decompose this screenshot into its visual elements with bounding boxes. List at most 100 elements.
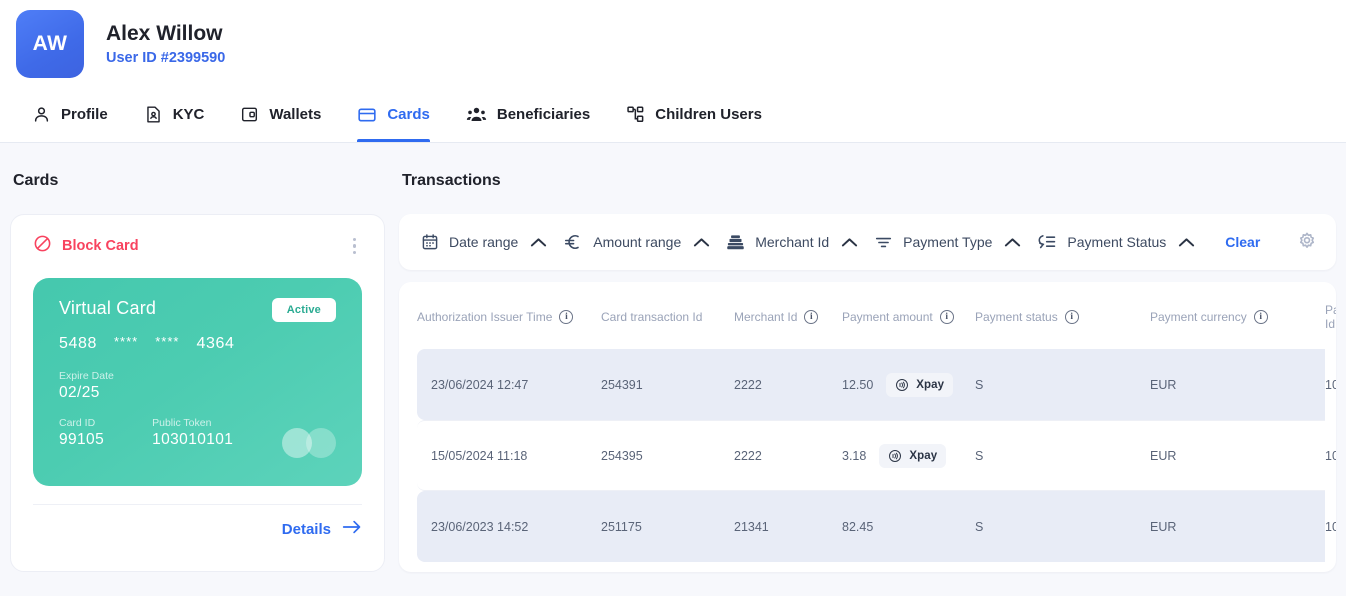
filter-payment-status-label: Payment Status [1067,234,1167,250]
column-header-payment-currency[interactable]: Payment currency i [1150,282,1325,349]
tab-wallets[interactable]: Wallets [222,87,339,142]
column-label: Authorization Issuer Time [417,310,553,324]
contactless-icon [895,378,909,392]
column-header-authorization-issuer-time[interactable]: Authorization Issuer Time i [417,282,601,349]
virtual-card[interactable]: Virtual Card Active 5488 **** **** 4364 … [33,278,362,486]
cell-merchant-id: 21341 [734,491,842,562]
cards-page: AW Alex Willow User ID #2399590 Profile … [0,0,1346,596]
cell-payment-currency: EUR [1150,420,1325,491]
details-row: Details [33,505,362,539]
public-token-label: Public Token [152,417,212,429]
contactless-icon [888,449,902,463]
page-title: Alex Willow [106,21,223,45]
card-number: 5488 **** **** 4364 [59,334,336,353]
cards-column: Cards Block Card Virtual Card Active 548… [10,143,385,572]
filter-bar: Date range Amount range Merchant Id Paym… [399,214,1336,270]
column-label: Merchant Id [734,310,798,324]
more-vertical-icon[interactable] [347,234,363,259]
block-card-label: Block Card [62,238,139,254]
filter-date-range[interactable]: Date range [421,233,518,251]
public-token-block: Public Token 103010101 [152,417,233,449]
transactions-table: Authorization Issuer Time i Card transac… [417,282,1336,562]
xpay-badge: Xpay [879,443,947,468]
status-list-icon [1037,232,1057,252]
card-name: Virtual Card [59,298,157,318]
card-id-label: Card ID [59,417,96,429]
cash-register-icon [726,233,745,252]
filter-payment-type[interactable]: Payment Type [874,233,992,252]
table-row[interactable]: 23/06/2023 14:52 251175 21341 82.45 S EU… [417,491,1336,562]
avatar-initials: AW [32,31,68,55]
card-panel-actions: Block Card [33,233,362,259]
clear-filters-button[interactable]: Clear [1225,234,1260,250]
column-label: Payment amount [842,310,933,324]
card-number-mask-1: **** [114,334,139,349]
chevron-up-icon-payment-type[interactable] [1004,237,1021,248]
column-label: Payment status [975,310,1058,324]
column-header-card-transaction-id[interactable]: Card transaction Id [601,282,734,349]
wallet-icon [240,105,259,124]
card-top-row: Virtual Card Active [59,298,336,322]
cell-payment-status: S [975,420,1150,491]
card-number-first: 5488 [59,335,97,352]
column-header-payment-status[interactable]: Payment status i [975,282,1150,349]
column-label: Card transaction Id [601,310,703,324]
calendar-icon [421,233,439,251]
filter-amount-range[interactable]: Amount range [563,232,681,252]
filter-merchant-id[interactable]: Merchant Id [726,233,829,252]
column-label: Payment Id [1325,303,1336,331]
card-number-last: 4364 [196,335,235,352]
filter-amount-range-label: Amount range [593,234,682,250]
chevron-up-icon-date-range[interactable] [530,237,547,248]
info-icon[interactable]: i [1064,310,1079,324]
tab-profile[interactable]: Profile [14,87,126,142]
page-body: Cards Block Card Virtual Card Active 548… [0,143,1346,572]
cell-card-transaction-id: 254395 [601,420,734,491]
column-header-merchant-id[interactable]: Merchant Id i [734,282,842,349]
cell-time: 23/06/2024 12:47 [417,349,601,420]
filter-merchant-id-label: Merchant Id [755,234,830,250]
details-label: Details [281,520,331,538]
info-icon[interactable]: i [1253,310,1268,324]
document-id-icon [144,105,163,124]
tab-children-users[interactable]: Children Users [608,87,780,142]
tab-kyc[interactable]: KYC [126,87,223,142]
chevron-up-icon-merchant-id[interactable] [841,237,858,248]
info-icon[interactable]: i [559,310,574,324]
card-number-mask-2: **** [155,334,180,349]
cell-payment-status: S [975,349,1150,420]
filter-date-range-label: Date range [449,234,519,250]
amount-value: 12.50 [842,377,874,392]
details-link[interactable]: Details [282,519,362,539]
column-label: Payment currency [1150,310,1247,324]
chevron-up-icon-payment-status[interactable] [1178,237,1195,248]
column-header-payment-amount[interactable]: Payment amount i [842,282,975,349]
gear-icon[interactable] [1296,231,1318,253]
cell-merchant-id: 2222 [734,349,842,420]
filter-payment-type-label: Payment Type [903,234,993,250]
tab-cards-label: Cards [387,106,430,123]
transactions-heading: Transactions [402,172,501,189]
block-icon [33,234,52,258]
euro-icon [563,232,583,252]
card-id-block: Card ID 99105 [59,417,104,449]
tab-children-users-label: Children Users [655,106,762,123]
info-icon[interactable]: i [939,310,954,324]
tab-cards[interactable]: Cards [339,87,448,142]
cell-payment-amount: 82.45 [842,491,975,562]
filter-payment-status[interactable]: Payment Status [1037,232,1166,252]
table-row[interactable]: 23/06/2024 12:47 254391 2222 12.50 Xpay … [417,349,1336,420]
info-icon[interactable]: i [804,310,819,324]
tab-beneficiaries[interactable]: Beneficiaries [448,87,608,142]
card-expire-value: 02/25 [59,384,100,401]
user-icon [32,105,51,124]
people-icon [466,104,487,125]
public-token-value: 103010101 [152,431,234,448]
table-row[interactable]: 15/05/2024 11:18 254395 2222 3.18 Xpay S… [417,420,1336,491]
xpay-badge: Xpay [886,372,954,397]
chevron-up-icon-amount-range[interactable] [693,237,710,248]
user-meta: Alex Willow User ID #2399590 [106,21,225,66]
user-header: AW Alex Willow User ID #2399590 [0,0,1346,87]
card-status-badge: Active [271,298,336,322]
block-card-button[interactable]: Block Card [33,234,139,258]
